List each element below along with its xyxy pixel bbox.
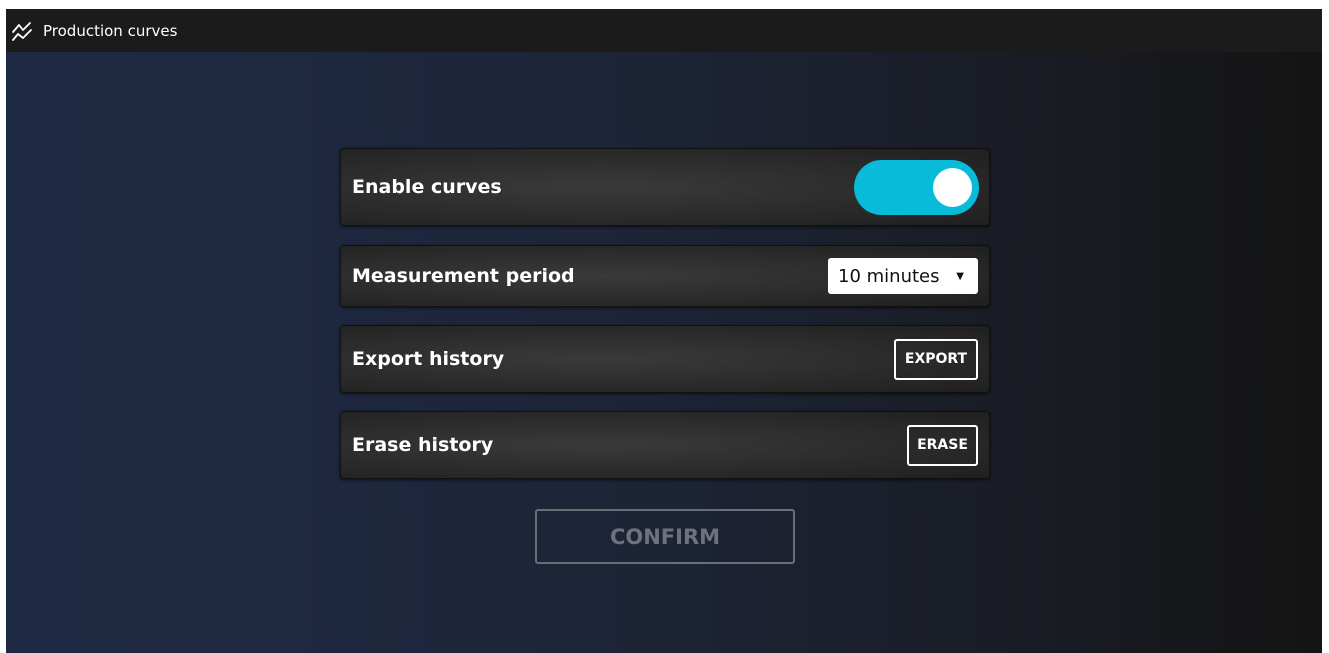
erase-history-label: Erase history (352, 434, 494, 456)
erase-button[interactable]: ERASE (907, 424, 978, 466)
export-history-row: Export history EXPORT (340, 325, 990, 393)
toggle-knob (933, 167, 972, 207)
enable-curves-row: Enable curves (340, 148, 990, 226)
export-history-label: Export history (352, 348, 505, 370)
measurement-period-label: Measurement period (352, 265, 575, 287)
caret-down-icon: ▼ (956, 270, 964, 282)
measurement-period-value: 10 minutes (838, 265, 940, 287)
measurement-period-row: Measurement period 10 minutes ▼ (340, 245, 990, 307)
confirm-button[interactable]: CONFIRM (535, 509, 795, 564)
erase-history-row: Erase history ERASE (340, 411, 990, 479)
enable-curves-toggle[interactable] (854, 159, 979, 215)
export-button[interactable]: EXPORT (894, 338, 978, 380)
window-title: Production curves (43, 21, 178, 40)
settings-window: Production curves Enable curves Measurem… (6, 9, 1322, 653)
measurement-period-select[interactable]: 10 minutes ▼ (828, 258, 978, 294)
enable-curves-label: Enable curves (352, 176, 502, 198)
line-chart-icon (11, 20, 33, 42)
title-bar: Production curves (6, 9, 1322, 52)
